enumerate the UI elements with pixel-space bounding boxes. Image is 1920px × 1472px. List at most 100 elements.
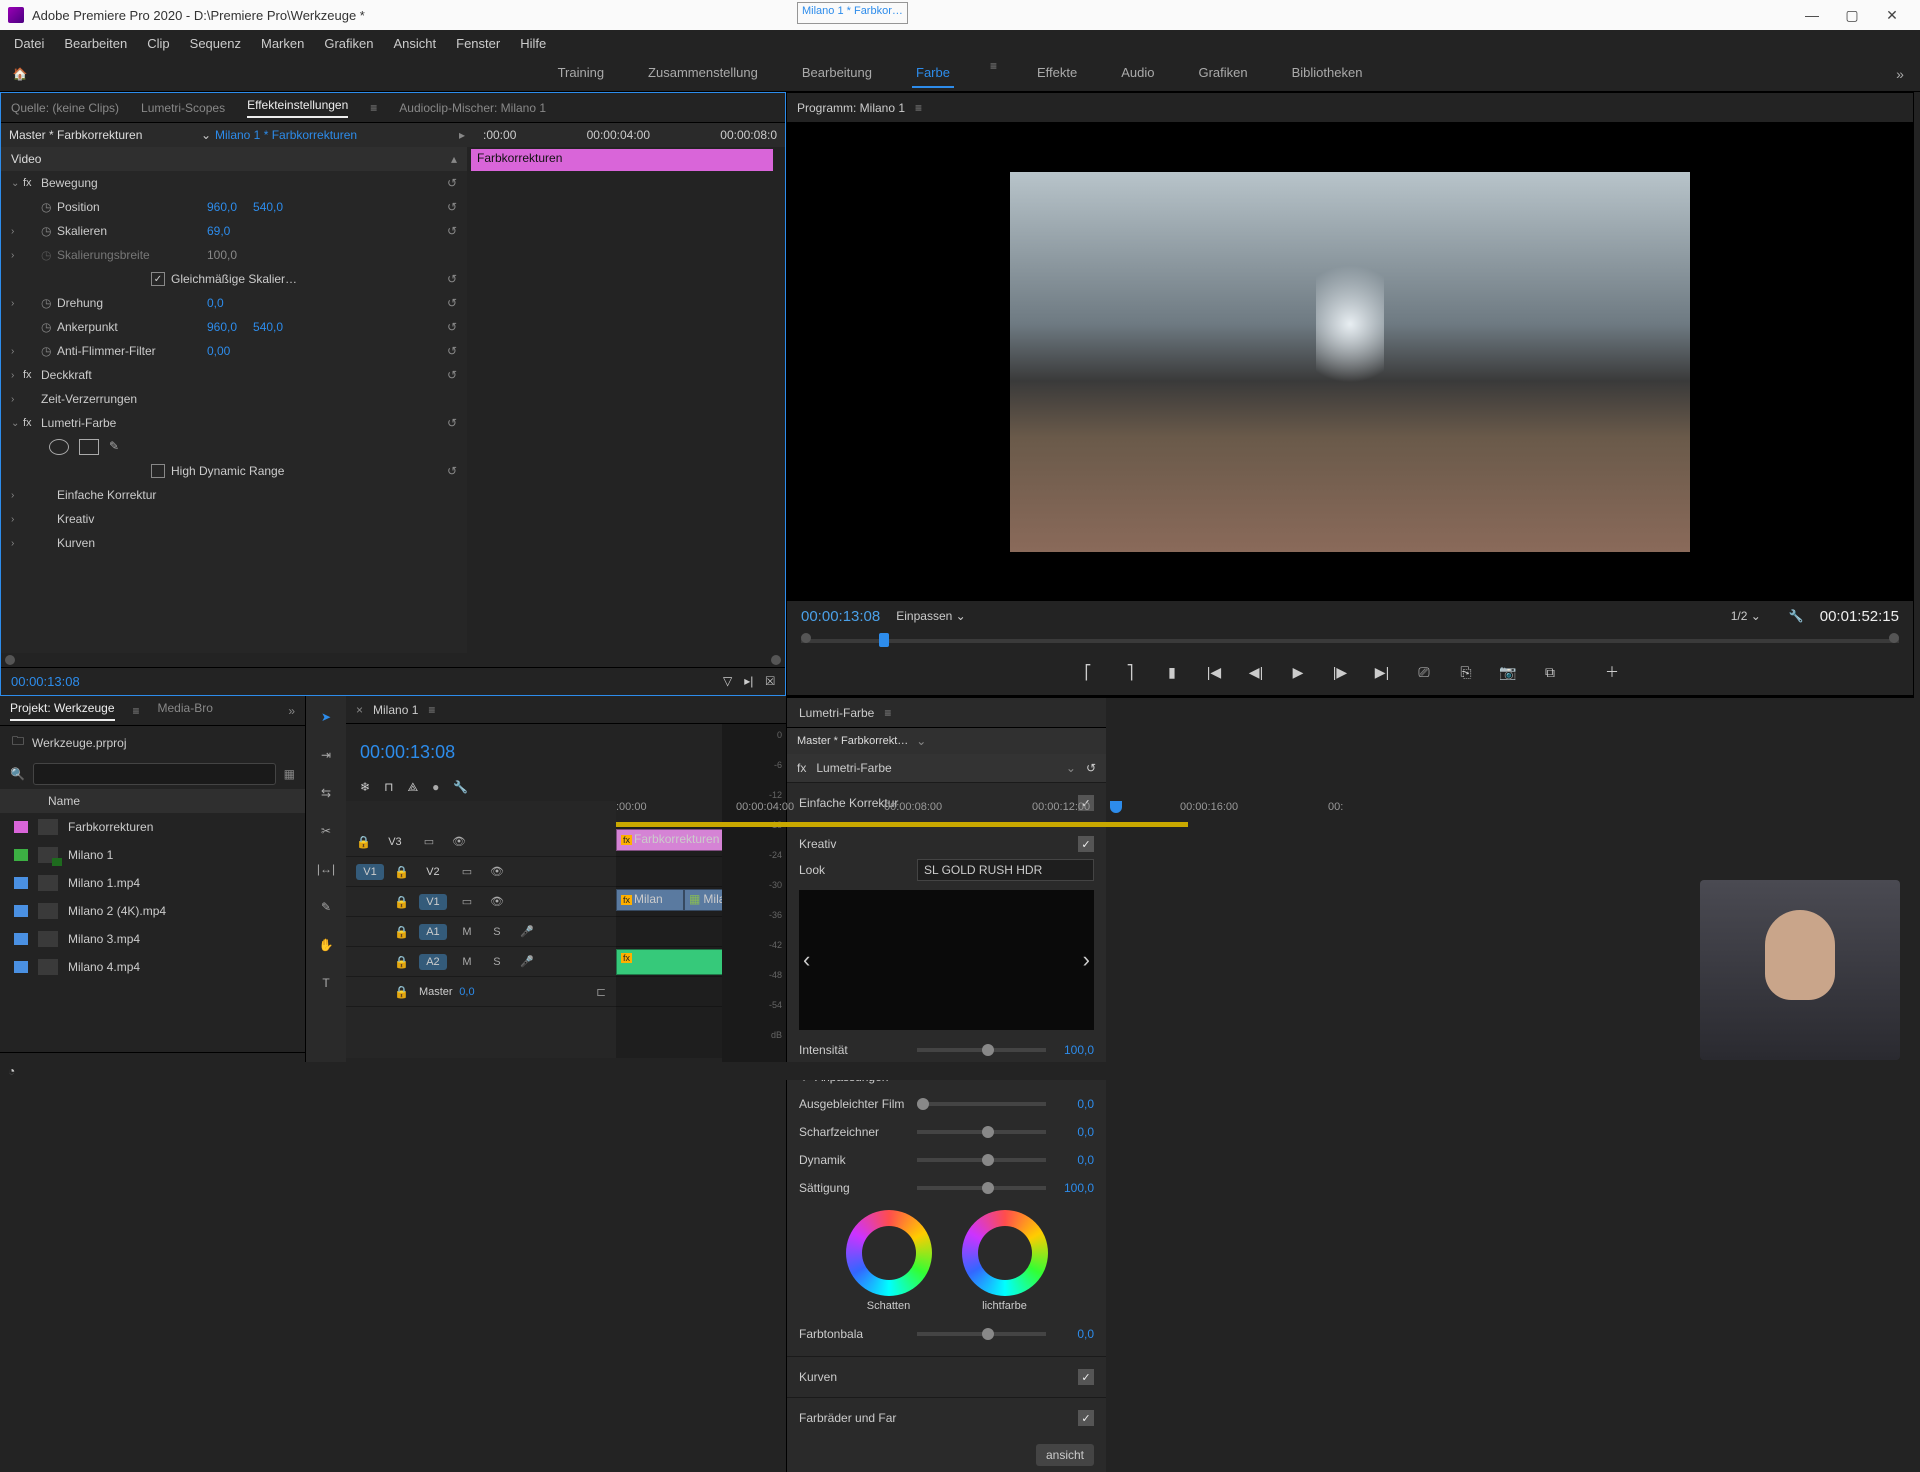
menu-grafiken[interactable]: Grafiken — [316, 32, 381, 55]
ws-libraries[interactable]: Bibliotheken — [1288, 59, 1367, 88]
vibrance-value[interactable]: 0,0 — [1054, 1153, 1094, 1167]
program-scrubber[interactable] — [801, 631, 1899, 649]
master-level[interactable]: 0,0 — [457, 983, 477, 1001]
twirl-icon[interactable]: › — [11, 538, 23, 549]
tab-project[interactable]: Projekt: Werkzeuge — [10, 701, 115, 721]
view-button[interactable]: ansicht — [1036, 1444, 1094, 1466]
prop-curves[interactable]: Kurven — [57, 536, 207, 550]
saturation-value[interactable]: 100,0 — [1054, 1181, 1094, 1195]
prop-motion[interactable]: Bewegung — [41, 176, 191, 190]
program-monitor[interactable] — [787, 123, 1913, 601]
prop-creative[interactable]: Kreativ — [57, 512, 207, 526]
prop-opacity[interactable]: Deckkraft — [41, 368, 191, 382]
maximize-button[interactable]: ▢ — [1832, 0, 1872, 30]
wrench-icon[interactable]: 🔧 — [453, 780, 468, 795]
ws-graphics[interactable]: Grafiken — [1194, 59, 1251, 88]
menu-fenster[interactable]: Fenster — [448, 32, 508, 55]
lumetri-section-creative[interactable]: Kreativ — [799, 837, 836, 851]
reset-icon[interactable]: ↺ — [447, 416, 457, 430]
prop-lumetri[interactable]: Lumetri-Farbe — [41, 416, 191, 430]
twirl-icon[interactable]: › — [11, 490, 23, 501]
reset-icon[interactable]: ↺ — [447, 464, 457, 478]
track-v3[interactable]: V3 — [381, 836, 409, 848]
prop-timeremap[interactable]: Zeit-Verzerrungen — [41, 392, 191, 406]
lumetri-section-wheels[interactable]: Farbräder und Far — [799, 1411, 896, 1425]
look-dropdown[interactable]: SL GOLD RUSH HDR — [917, 859, 1094, 881]
home-icon[interactable]: 🏠 — [0, 67, 40, 81]
track-visibility-icon[interactable]: 👁 — [449, 833, 469, 851]
label-color-swatch[interactable] — [14, 961, 28, 973]
ripple-tool[interactable]: ⇆ — [315, 782, 337, 804]
project-item[interactable]: Farbkorrekturen — [0, 813, 305, 841]
twirl-icon[interactable]: › — [11, 394, 23, 405]
saturation-slider[interactable] — [917, 1186, 1046, 1190]
clip-video[interactable]: ▦ Mila — [684, 889, 722, 911]
twirl-icon[interactable]: › — [11, 346, 23, 357]
scrub-playhead[interactable] — [879, 633, 889, 647]
stopwatch-icon[interactable]: ◷ — [41, 296, 57, 310]
ws-effects[interactable]: Effekte — [1033, 59, 1081, 88]
track-a2[interactable]: A2 — [419, 954, 447, 970]
comparison-icon[interactable]: ⧉ — [1540, 662, 1560, 682]
button-editor-icon[interactable]: ＋ — [1602, 662, 1622, 682]
ec-video-collapse-icon[interactable]: ▴ — [451, 152, 457, 166]
track-select-tool[interactable]: ⇥ — [315, 744, 337, 766]
stopwatch-icon[interactable]: ◷ — [41, 320, 57, 334]
ws-color[interactable]: Farbe — [912, 59, 954, 88]
ws-audio[interactable]: Audio — [1117, 59, 1158, 88]
creative-enable-checkbox[interactable] — [1078, 836, 1094, 852]
look-prev-icon[interactable]: ‹ — [803, 947, 810, 973]
project-column-name[interactable]: Name — [0, 789, 305, 813]
menu-clip[interactable]: Clip — [139, 32, 177, 55]
project-item[interactable]: Milano 3.mp4 — [0, 925, 305, 953]
reset-icon[interactable]: ↺ — [447, 368, 457, 382]
ec-play-icon[interactable]: ▸ — [459, 128, 475, 142]
tint-balance-slider[interactable] — [917, 1332, 1046, 1336]
anchor-y[interactable]: 540,0 — [253, 320, 283, 334]
tab-program[interactable]: Programm: Milano 1 — [797, 101, 905, 115]
twirl-icon[interactable]: › — [11, 370, 23, 381]
marker-icon[interactable]: ▮ — [1162, 662, 1182, 682]
sharpen-value[interactable]: 0,0 — [1054, 1125, 1094, 1139]
twirl-icon[interactable]: › — [11, 514, 23, 525]
reset-icon[interactable]: ↺ — [447, 272, 457, 286]
track-output-icon[interactable]: ▭ — [457, 893, 477, 911]
lumetri-fx-dropdown[interactable]: ⌄ — [1066, 761, 1076, 775]
faded-slider[interactable] — [917, 1102, 1046, 1106]
track-visibility-icon[interactable]: 👁 — [487, 893, 507, 911]
pen-tool[interactable]: ✎ — [315, 896, 337, 918]
search-icon[interactable]: 🔍 — [10, 767, 25, 781]
stopwatch-icon[interactable]: ◷ — [41, 344, 57, 358]
timeline-close-icon[interactable]: × — [356, 703, 363, 717]
vibrance-slider[interactable] — [917, 1158, 1046, 1162]
reset-icon[interactable]: ↺ — [447, 320, 457, 334]
program-timecode[interactable]: 00:00:13:08 — [801, 608, 880, 625]
fx-badge[interactable]: fx — [797, 761, 806, 775]
track-master[interactable]: Master — [419, 986, 447, 998]
clip-audio[interactable]: fx — [616, 949, 722, 975]
menu-marken[interactable]: Marken — [253, 32, 312, 55]
ec-timecode[interactable]: 00:00:13:08 — [11, 674, 80, 689]
track-source-v1[interactable]: V1 — [356, 864, 384, 880]
lock-icon[interactable]: 🔒 — [394, 895, 409, 909]
scrub-handle-left[interactable] — [801, 633, 811, 643]
antiflicker-value[interactable]: 0,00 — [207, 344, 230, 358]
twirl-icon[interactable]: ⌄ — [11, 178, 23, 189]
ec-clip-label[interactable]: Milano 1 * Farbkorrekturen — [215, 128, 459, 142]
curves-enable-checkbox[interactable] — [1078, 1369, 1094, 1385]
solo-button[interactable]: S — [487, 923, 507, 941]
project-item[interactable]: Milano 1.mp4 — [0, 869, 305, 897]
reset-icon[interactable]: ↺ — [447, 224, 457, 238]
marker-icon[interactable]: ⟁ — [407, 780, 418, 795]
mask-pen-icon[interactable]: ✎ — [109, 439, 129, 455]
lock-icon[interactable]: 🔒 — [394, 985, 409, 999]
track-output-icon[interactable]: ▭ — [457, 863, 477, 881]
sharpen-slider[interactable] — [917, 1130, 1046, 1134]
track-a1[interactable]: A1 — [419, 924, 447, 940]
mute-button[interactable]: M — [457, 953, 477, 971]
lumetri-reset-icon[interactable]: ↺ — [1086, 761, 1096, 775]
ec-zoom-handle-right[interactable] — [771, 655, 781, 665]
lumetri-section-curves[interactable]: Kurven — [799, 1370, 837, 1384]
snap-icon[interactable]: ❄ — [360, 780, 370, 795]
mute-button[interactable]: M — [457, 923, 477, 941]
